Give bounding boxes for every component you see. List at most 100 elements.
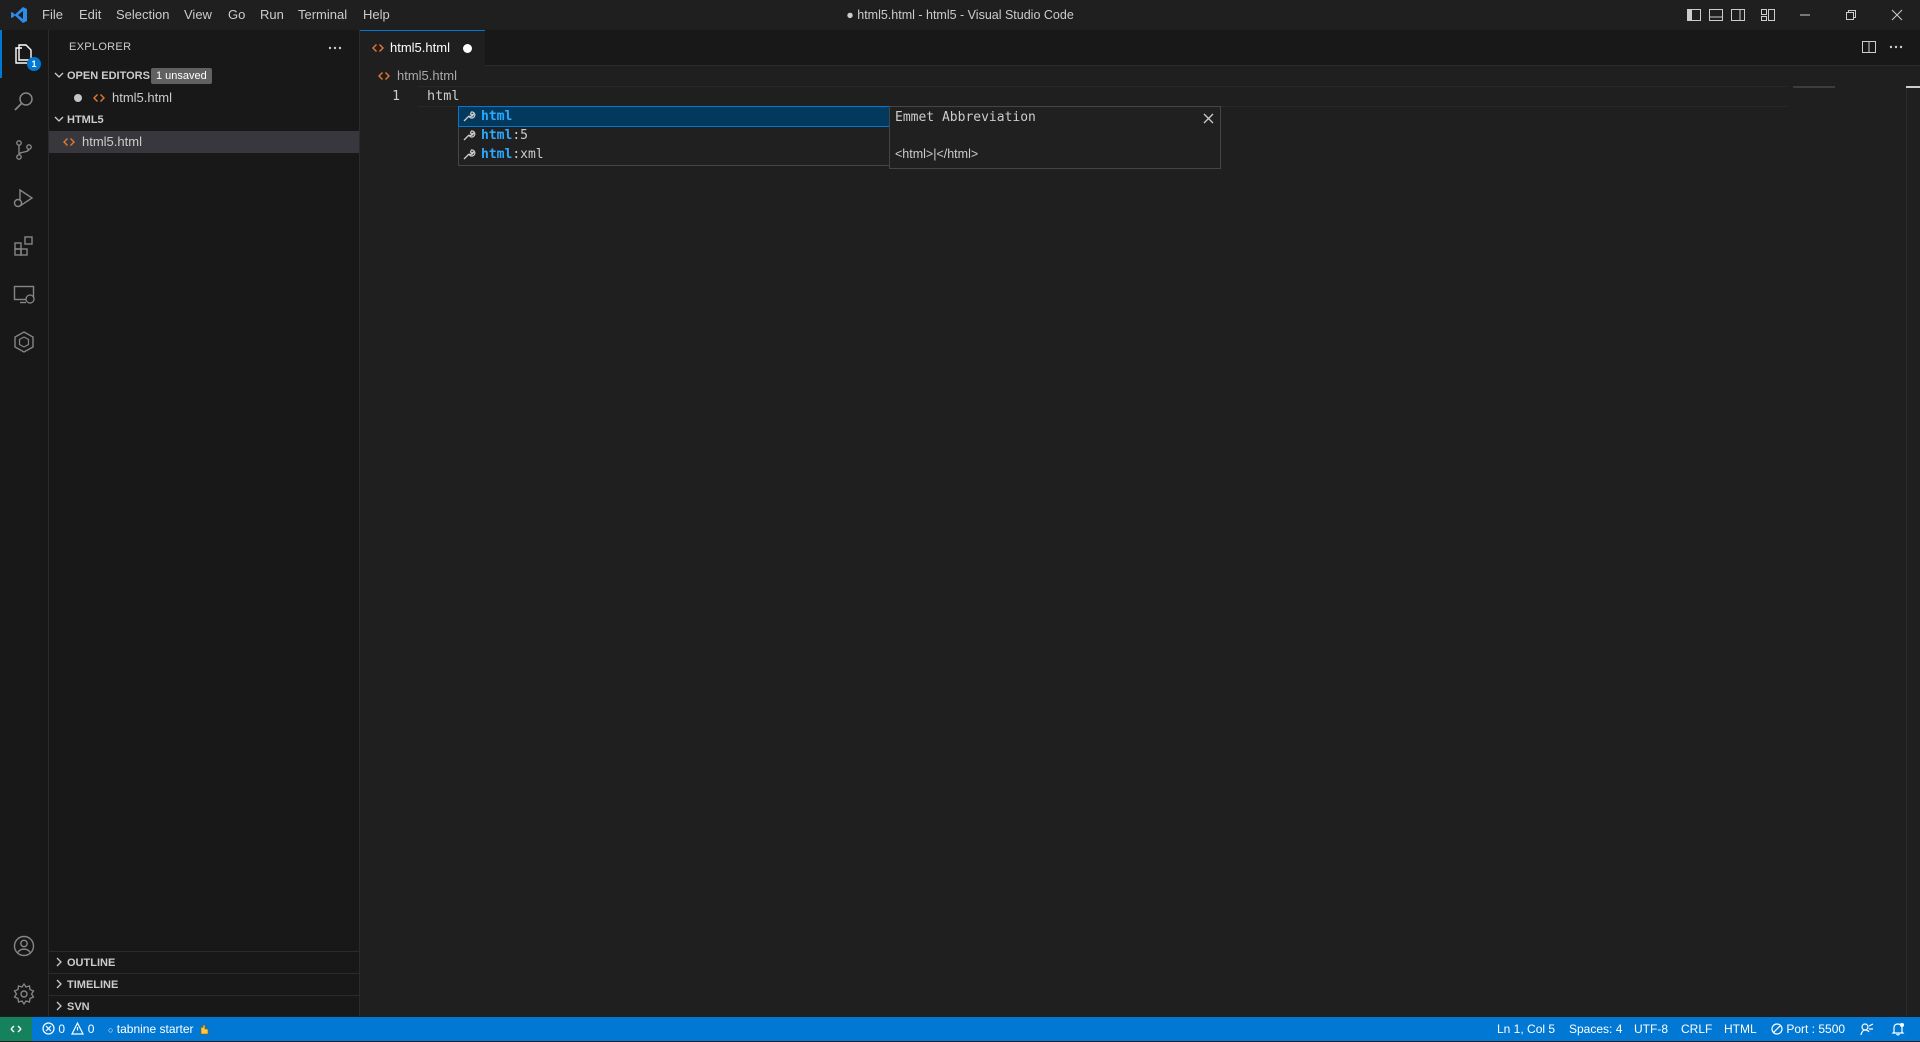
outline-label: OUTLINE: [67, 957, 116, 969]
chevron-down-icon: [53, 69, 65, 81]
tabnine-icon[interactable]: [0, 318, 48, 366]
details-body: <html>|</html>: [895, 147, 979, 161]
tab-html5[interactable]: html5.html: [360, 30, 485, 66]
hand-pointer-icon: [200, 1024, 209, 1035]
open-editor-item[interactable]: html5.html: [49, 87, 359, 109]
file-tree-filename: html5.html: [82, 134, 142, 149]
unsaved-dot-icon[interactable]: [463, 44, 472, 53]
close-window-button[interactable]: [1874, 0, 1920, 30]
menu-go[interactable]: Go: [224, 0, 249, 30]
language-mode[interactable]: HTML: [1724, 1017, 1757, 1041]
toggle-primary-sidebar-icon[interactable]: [1686, 7, 1702, 23]
menu-help[interactable]: Help: [359, 0, 394, 30]
remote-icon: [10, 1025, 22, 1033]
code-line[interactable]: html: [427, 87, 460, 106]
warning-icon: [71, 1022, 85, 1035]
editor-scrollbar[interactable]: [1906, 86, 1907, 1016]
editor-more-actions-icon[interactable]: [1888, 39, 1904, 55]
menu-selection[interactable]: Selection: [112, 0, 173, 30]
file-tree-item[interactable]: html5.html: [49, 131, 359, 153]
minimize-icon: [1800, 14, 1810, 16]
line-number: 1: [392, 89, 400, 104]
explorer-sidebar: EXPLORER OPEN EDITORS 1 unsaved html5.ht…: [49, 30, 360, 1016]
activity-bar: 1: [0, 30, 49, 1016]
settings-gear-icon[interactable]: [0, 970, 48, 1018]
problems-indicator[interactable]: 0 0: [42, 1017, 94, 1041]
suggest-match: html: [481, 147, 513, 162]
folder-label: HTML5: [67, 114, 104, 126]
unsaved-badge: 1 unsaved: [151, 68, 212, 84]
warning-count: 0: [87, 1022, 95, 1036]
toggle-secondary-sidebar-icon[interactable]: [1730, 7, 1746, 23]
more-actions-icon[interactable]: [327, 40, 343, 56]
no-entry-icon: [1771, 1023, 1783, 1035]
scrollbar-cursor-marker: [1906, 86, 1920, 88]
outline-section[interactable]: OUTLINE: [49, 951, 359, 974]
explorer-badge: 1: [27, 57, 41, 71]
chevron-right-icon: [53, 956, 65, 968]
menu-file[interactable]: File: [38, 0, 67, 30]
html-file-icon: [378, 70, 390, 82]
minimize-button[interactable]: [1782, 0, 1828, 30]
cursor-position[interactable]: Ln 1, Col 5: [1497, 1017, 1555, 1041]
port-label: Port : 5500: [1786, 1022, 1846, 1036]
source-control-icon[interactable]: [0, 126, 48, 174]
editor-tabs: html5.html: [360, 30, 1920, 66]
suggest-match: html: [481, 128, 513, 143]
chevron-right-icon: [53, 978, 65, 990]
notifications-bell-icon[interactable]: [1891, 1022, 1905, 1036]
customize-layout-icon[interactable]: [1760, 7, 1776, 23]
menu-terminal[interactable]: Terminal: [294, 0, 351, 30]
encoding[interactable]: UTF-8: [1634, 1017, 1668, 1041]
sidebar-title: EXPLORER: [69, 41, 132, 53]
timeline-section[interactable]: TIMELINE: [49, 973, 359, 996]
remote-explorer-icon[interactable]: [0, 270, 48, 318]
remote-indicator[interactable]: [0, 1017, 32, 1041]
run-debug-icon[interactable]: [0, 174, 48, 222]
breadcrumb[interactable]: html5.html: [378, 66, 457, 86]
window-title: ● html5.html - html5 - Visual Studio Cod…: [846, 8, 1074, 22]
suggest-item-html[interactable]: html: [458, 106, 891, 127]
status-bar: 0 0 ○ tabnine starter Ln 1, Col 5 Spaces…: [0, 1017, 1920, 1041]
chevron-right-icon: [53, 1000, 65, 1012]
feedback-icon[interactable]: [1860, 1022, 1874, 1036]
wrench-icon: [462, 128, 476, 142]
error-icon: [42, 1022, 55, 1035]
close-icon[interactable]: [1203, 113, 1214, 124]
tabnine-status[interactable]: ○ tabnine starter: [108, 1017, 209, 1041]
open-editors-header[interactable]: OPEN EDITORS 1 unsaved: [49, 65, 359, 87]
account-icon[interactable]: [0, 922, 48, 970]
breadcrumb-file[interactable]: html5.html: [397, 68, 457, 83]
suggest-item-html5[interactable]: html:5: [459, 126, 890, 145]
dirty-dot-icon[interactable]: [74, 94, 82, 102]
indentation[interactable]: Spaces: 4: [1569, 1017, 1622, 1041]
restore-icon: [1846, 10, 1856, 20]
wrench-icon: [462, 109, 476, 123]
line-endings[interactable]: CRLF: [1681, 1017, 1712, 1041]
toggle-panel-icon[interactable]: [1708, 7, 1724, 23]
extensions-icon[interactable]: [0, 222, 48, 270]
search-icon[interactable]: [0, 78, 48, 126]
error-count: 0: [58, 1022, 66, 1036]
suggest-item-htmlxml[interactable]: html:xml: [459, 145, 890, 164]
tab-label: html5.html: [390, 40, 450, 55]
svn-section[interactable]: SVN: [49, 995, 359, 1018]
tabnine-label: tabnine starter: [116, 1022, 194, 1036]
current-line-highlight: [418, 86, 1788, 107]
menu-edit[interactable]: Edit: [75, 0, 105, 30]
restore-button[interactable]: [1828, 0, 1874, 30]
explorer-icon[interactable]: 1: [0, 30, 48, 78]
html-file-icon: [93, 92, 105, 104]
split-editor-icon[interactable]: [1861, 39, 1877, 55]
html-file-icon: [63, 136, 75, 148]
svn-label: SVN: [67, 1001, 90, 1013]
live-server-port[interactable]: Port : 5500: [1771, 1017, 1845, 1041]
close-icon: [1891, 9, 1903, 21]
menu-run[interactable]: Run: [256, 0, 288, 30]
menu-view[interactable]: View: [180, 0, 216, 30]
suggest-details: Emmet Abbreviation <html>|</html>: [889, 106, 1221, 169]
suggest-widget: html html:5 html:xml: [458, 106, 891, 166]
folder-header[interactable]: HTML5: [49, 109, 359, 131]
timeline-label: TIMELINE: [67, 979, 119, 991]
suggest-match: html: [481, 109, 513, 124]
